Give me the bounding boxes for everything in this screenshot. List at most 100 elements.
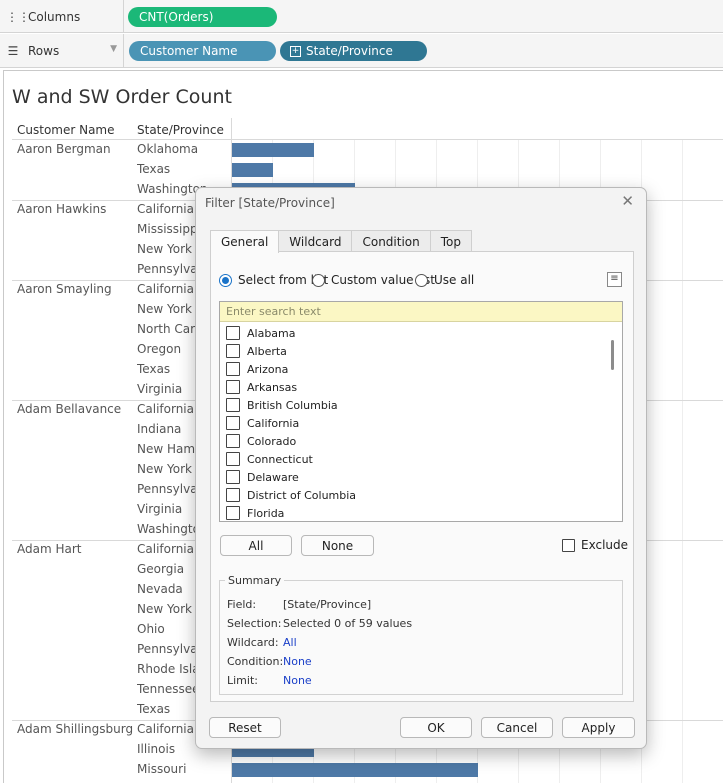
pill-customer-name[interactable]: Customer Name	[129, 41, 276, 61]
order-count-bar[interactable]	[232, 163, 273, 177]
value-list-item-label: Delaware	[247, 470, 299, 484]
columns-label-text: Columns	[28, 9, 81, 24]
pill-cnt-orders[interactable]: CNT(Orders)	[128, 7, 277, 27]
radio-off-icon	[415, 273, 428, 287]
radio-on-icon	[219, 273, 232, 287]
checkbox-icon[interactable]	[226, 362, 240, 376]
expand-plus-icon[interactable]: +	[290, 45, 301, 57]
apply-button[interactable]: Apply	[562, 717, 635, 738]
exclude-label: Exclude	[581, 538, 629, 552]
state-cell[interactable]: Oklahoma	[137, 142, 232, 156]
summary-box	[219, 580, 623, 695]
rows-shelf[interactable]: ☰ Rows ▼ Customer Name + State/Province	[0, 34, 723, 68]
tab-wildcard[interactable]: Wildcard	[278, 230, 353, 252]
reset-button[interactable]: Reset	[209, 717, 281, 738]
value-list-item-label: Arkansas	[247, 380, 298, 394]
summary-condition-label: Condition:	[227, 655, 284, 668]
value-list-item[interactable]: Arizona	[226, 360, 288, 378]
customer-name-cell[interactable]: Adam Shillingsburg	[17, 722, 133, 736]
exclude-checkbox[interactable]: Exclude	[562, 538, 628, 552]
radio-off-icon	[312, 273, 325, 287]
list-menu-icon[interactable]: ≡	[607, 272, 622, 287]
value-list-item-label: Arizona	[247, 362, 289, 376]
pill-customer-name-label: Customer Name	[140, 44, 238, 58]
value-list-item[interactable]: Colorado	[226, 432, 296, 450]
checkbox-icon[interactable]	[226, 344, 240, 358]
customer-name-cell[interactable]: Adam Bellavance	[17, 402, 121, 416]
summary-field-value: [State/Province]	[283, 598, 372, 611]
value-list-item[interactable]: Alabama	[226, 324, 296, 342]
checkbox-icon[interactable]	[226, 398, 240, 412]
value-list-item[interactable]: Florida	[226, 504, 285, 521]
checkbox-icon[interactable]	[226, 380, 240, 394]
checkbox-icon[interactable]	[226, 488, 240, 502]
summary-wildcard-label: Wildcard:	[227, 636, 279, 649]
header-customer-name[interactable]: Customer Name	[17, 123, 115, 137]
order-count-bar[interactable]	[232, 143, 314, 157]
value-list-item-label: Florida	[247, 506, 285, 520]
checkbox-icon	[562, 538, 575, 552]
header-divider	[12, 139, 723, 140]
summary-limit-link[interactable]: None	[283, 674, 312, 687]
summary-condition-link[interactable]: None	[283, 655, 312, 668]
pill-cnt-orders-label: CNT(Orders)	[139, 10, 214, 24]
value-list-item-label: California	[247, 416, 300, 430]
value-list-item-label: Alberta	[247, 344, 287, 358]
value-list-item[interactable]: Arkansas	[226, 378, 297, 396]
value-list-item[interactable]: Connecticut	[226, 450, 313, 468]
value-listbox[interactable]: Enter search text Alabama Alberta Arizona A…	[219, 301, 623, 522]
customer-name-cell[interactable]: Aaron Bergman	[17, 142, 111, 156]
tab-general[interactable]: General	[210, 230, 280, 253]
sheet-title: W and SW Order Count	[12, 86, 232, 108]
state-cell[interactable]: Texas	[137, 162, 232, 176]
radio-use-all[interactable]: Use all	[415, 273, 474, 287]
columns-shelf[interactable]: ⋮⋮ Columns CNT(Orders)	[0, 0, 723, 33]
summary-title: Summary	[225, 574, 285, 587]
rows-shelf-label: ☰ Rows ▼	[0, 34, 124, 67]
chevron-down-icon[interactable]: ▼	[110, 44, 117, 54]
header-state-province[interactable]: State/Province	[137, 123, 224, 137]
search-input[interactable]: Enter search text	[220, 302, 622, 322]
customer-name-cell[interactable]: Aaron Smayling	[17, 282, 112, 296]
ok-button[interactable]: OK	[400, 717, 472, 738]
tab-bar: General Wildcard Condition Top	[210, 230, 472, 253]
value-list-item-label: Colorado	[247, 434, 297, 448]
rows-label-text: Rows	[28, 43, 60, 58]
state-cell[interactable]: Missouri	[137, 762, 232, 776]
summary-wildcard-link[interactable]: All	[283, 636, 297, 649]
pill-state-province[interactable]: + State/Province	[280, 41, 427, 61]
columns-shelf-label: ⋮⋮ Columns	[0, 0, 124, 33]
checkbox-icon[interactable]	[226, 326, 240, 340]
checkbox-icon[interactable]	[226, 506, 240, 520]
gridline	[682, 140, 683, 783]
customer-name-cell[interactable]: Adam Hart	[17, 542, 82, 556]
summary-limit-label: Limit:	[227, 674, 258, 687]
value-list-item[interactable]: District of Columbia	[226, 486, 356, 504]
tab-top[interactable]: Top	[429, 230, 472, 252]
scrollbar-thumb[interactable]	[611, 340, 614, 370]
order-count-bar[interactable]	[232, 763, 478, 777]
tableau-workspace: ⋮⋮ Columns CNT(Orders) ☰ Rows ▼ Customer…	[0, 0, 723, 783]
close-icon[interactable]: ✕	[621, 192, 634, 210]
value-list-item[interactable]: Delaware	[226, 468, 299, 486]
customer-name-cell[interactable]: Aaron Hawkins	[17, 202, 106, 216]
summary-selection-label: Selection:	[227, 617, 282, 630]
columns-icon: ⋮⋮	[6, 9, 30, 24]
checkbox-icon[interactable]	[226, 452, 240, 466]
checkbox-icon[interactable]	[226, 470, 240, 484]
none-button[interactable]: None	[301, 535, 374, 556]
value-list-item[interactable]: British Columbia	[226, 396, 338, 414]
checkbox-icon[interactable]	[226, 416, 240, 430]
value-list-item-label: British Columbia	[247, 398, 338, 412]
checkbox-icon[interactable]	[226, 434, 240, 448]
value-list-item[interactable]: Alberta	[226, 342, 287, 360]
radio-use-all-label: Use all	[434, 273, 475, 287]
filter-dialog: Filter [State/Province] ✕ General Wildca…	[195, 187, 647, 749]
all-button[interactable]: All	[220, 535, 292, 556]
tab-condition[interactable]: Condition	[351, 230, 431, 252]
pill-state-province-label: State/Province	[306, 44, 393, 58]
dialog-title: Filter [State/Province]	[205, 196, 335, 210]
value-list-item[interactable]: California	[226, 414, 299, 432]
rows-icon: ☰	[7, 43, 19, 58]
cancel-button[interactable]: Cancel	[481, 717, 553, 738]
